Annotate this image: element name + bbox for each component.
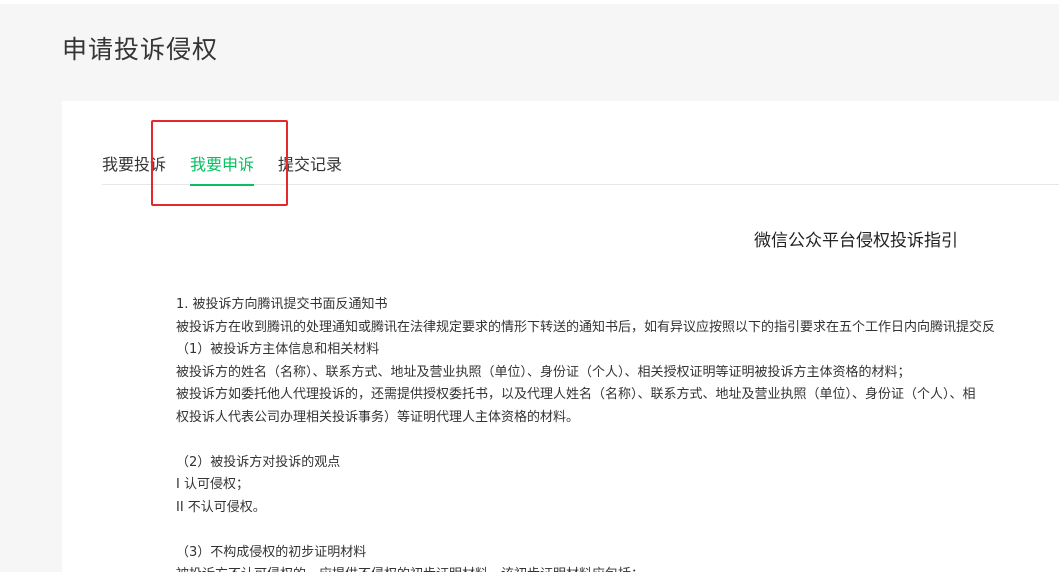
tab-bar: 我要投诉 我要申诉 提交记录 bbox=[102, 141, 1059, 186]
doc-line: 被投诉方在收到腾讯的处理通知或腾讯在法律规定要求的情形下转送的通知书后，如有异议… bbox=[176, 319, 996, 335]
doc-line: 权投诉人代表公司办理相关投诉事务）等证明代理人主体资格的材料。 bbox=[176, 409, 580, 425]
page: 申请投诉侵权 我要投诉 我要申诉 提交记录 微信公众平台侵权投诉指引 1. 被投… bbox=[0, 0, 1059, 572]
doc-line: 被投诉方不认可侵权的，应提供不侵权的初步证明材料，该初步证明材料应包括： bbox=[176, 564, 1059, 572]
doc-line: II 不认可侵权。 bbox=[176, 499, 266, 515]
content-card: 我要投诉 我要申诉 提交记录 微信公众平台侵权投诉指引 1. 被投诉方向腾讯提交… bbox=[62, 101, 1059, 572]
tab-submission-records[interactable]: 提交记录 bbox=[278, 151, 342, 184]
document-body: 1. 被投诉方向腾讯提交书面反通知书 被投诉方在收到腾讯的处理通知或腾讯在法律规… bbox=[176, 294, 1059, 572]
tab-complaint[interactable]: 我要投诉 bbox=[102, 151, 166, 184]
page-title: 申请投诉侵权 bbox=[62, 35, 219, 64]
doc-line: 被投诉方的姓名（名称）、联系方式、地址及营业执照（单位）、身份证（个人）、相关授… bbox=[176, 364, 911, 380]
doc-line: （2）被投诉方对投诉的观点 bbox=[176, 454, 341, 470]
tab-appeal[interactable]: 我要申诉 bbox=[190, 151, 255, 186]
document-title: 微信公众平台侵权投诉指引 bbox=[754, 231, 958, 251]
doc-blank-line bbox=[176, 519, 1059, 542]
doc-blank-line bbox=[176, 429, 1059, 452]
top-band bbox=[0, 0, 1059, 4]
doc-line: 被投诉方如委托他人代理投诉的，还需提供授权委托书，以及代理人姓名（名称）、联系方… bbox=[176, 387, 976, 402]
doc-line: I 认可侵权； bbox=[176, 477, 249, 492]
doc-line: （3）不构成侵权的初步证明材料 bbox=[176, 544, 367, 560]
doc-line: 1. 被投诉方向腾讯提交书面反通知书 bbox=[176, 297, 388, 312]
doc-line: （1）被投诉方主体信息和相关材料 bbox=[176, 342, 380, 357]
